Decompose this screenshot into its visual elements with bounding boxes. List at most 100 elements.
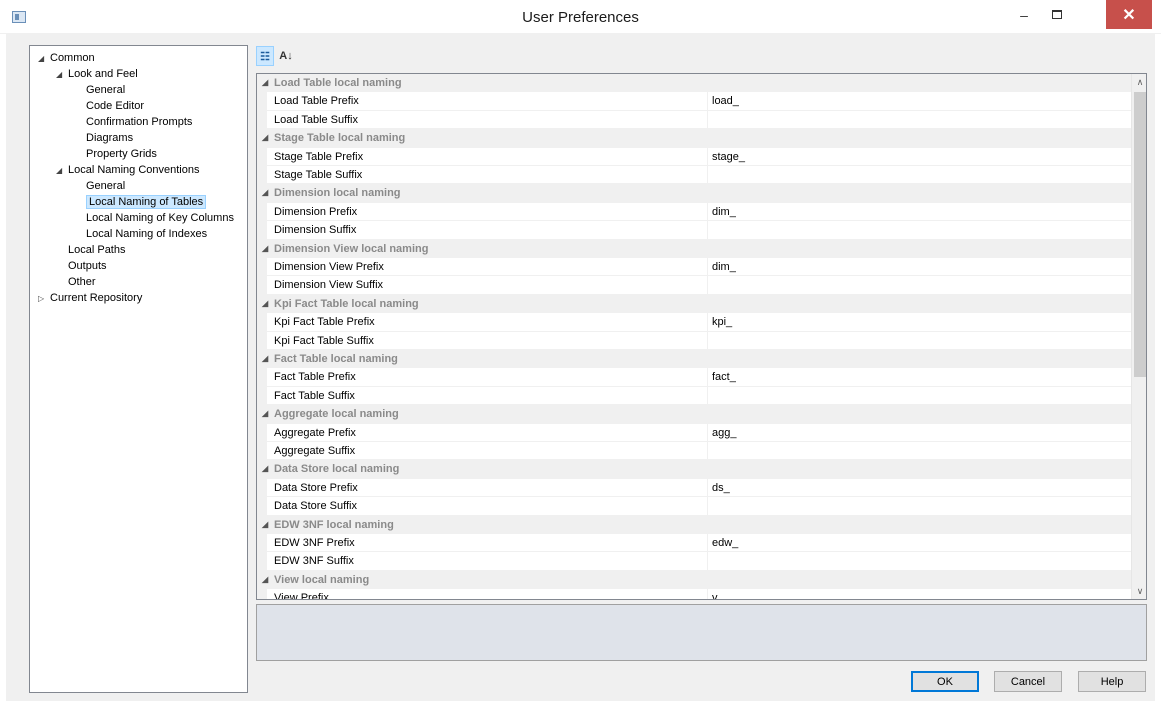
- property-category[interactable]: ◢ EDW 3NF local naming: [257, 515, 1131, 534]
- tree-item[interactable]: Diagrams: [86, 131, 133, 146]
- collapse-arrow-icon[interactable]: ◢: [262, 74, 268, 92]
- property-category[interactable]: ◢ Dimension local naming: [257, 184, 1131, 203]
- property-value-field[interactable]: fact_: [707, 368, 1131, 386]
- categorized-view-button[interactable]: ☷: [256, 46, 274, 66]
- property-grid[interactable]: ◢ Load Table local naming Load Table Prefi…: [256, 73, 1147, 600]
- property-category[interactable]: ◢ Load Table local naming: [257, 74, 1131, 93]
- tree-item-label: General: [86, 180, 126, 192]
- cancel-button[interactable]: Cancel: [994, 671, 1062, 692]
- property-row[interactable]: Load Table Suffix: [257, 110, 1131, 130]
- tree-item[interactable]: Code Editor: [86, 99, 144, 114]
- tree-item[interactable]: Other: [68, 275, 96, 290]
- property-category[interactable]: ◢ Fact Table local naming: [257, 350, 1131, 369]
- collapse-arrow-icon[interactable]: ◢: [56, 67, 68, 82]
- help-button[interactable]: Help: [1078, 671, 1146, 692]
- ok-button[interactable]: OK: [911, 671, 979, 692]
- preferences-tree[interactable]: ◢ Common ◢ Look and Feel General Code Editor C…: [29, 45, 248, 693]
- tree-item[interactable]: ◢ Look and Feel: [56, 67, 138, 82]
- tree-item[interactable]: ▷ Current Repository: [38, 291, 142, 306]
- property-row[interactable]: Fact Table Prefix fact_: [257, 368, 1131, 387]
- close-button[interactable]: ✕: [1106, 0, 1152, 29]
- property-category[interactable]: ◢ Stage Table local naming: [257, 129, 1131, 148]
- collapse-arrow-icon[interactable]: ◢: [262, 129, 268, 147]
- property-row[interactable]: Dimension View Suffix: [257, 276, 1131, 295]
- property-value-field[interactable]: [707, 166, 1131, 184]
- scroll-down-icon[interactable]: ∨: [1132, 583, 1146, 599]
- tree-item[interactable]: ◢ Common: [38, 51, 95, 66]
- property-row[interactable]: Kpi Fact Table Suffix: [257, 331, 1131, 350]
- collapse-arrow-icon[interactable]: ◢: [56, 163, 68, 178]
- property-row[interactable]: Kpi Fact Table Prefix kpi_: [257, 313, 1131, 332]
- property-value-field[interactable]: [707, 497, 1131, 515]
- property-value-field[interactable]: [707, 276, 1131, 294]
- property-row[interactable]: Dimension Prefix dim_: [257, 202, 1131, 222]
- vertical-scrollbar[interactable]: ∧ ∨: [1131, 74, 1146, 599]
- tree-item[interactable]: ◢ Local Naming Conventions: [56, 163, 199, 178]
- property-row[interactable]: EDW 3NF Suffix: [257, 552, 1131, 571]
- expand-arrow-icon[interactable]: ▷: [38, 291, 50, 306]
- maximize-button[interactable]: [1043, 0, 1071, 29]
- tree-item-label: Other: [68, 276, 96, 288]
- tree-item[interactable]: General: [86, 83, 125, 98]
- property-value-field[interactable]: load_: [707, 92, 1131, 110]
- property-category[interactable]: ◢ View local naming: [257, 570, 1131, 590]
- collapse-arrow-icon[interactable]: ◢: [262, 516, 268, 534]
- property-row[interactable]: Dimension View Prefix dim_: [257, 258, 1131, 277]
- property-category[interactable]: ◢ Data Store local naming: [257, 460, 1131, 479]
- tree-item[interactable]: Local Paths: [68, 243, 125, 258]
- tree-item[interactable]: Confirmation Prompts: [86, 115, 192, 130]
- property-value-field[interactable]: kpi_: [707, 313, 1131, 331]
- tree-item[interactable]: Property Grids: [86, 147, 157, 162]
- category-label: Stage Table local naming: [274, 132, 406, 145]
- property-row[interactable]: Data Store Prefix ds_: [257, 478, 1131, 498]
- tree-item[interactable]: Local Naming of Key Columns: [86, 211, 234, 226]
- collapse-arrow-icon[interactable]: ◢: [262, 184, 268, 202]
- property-row[interactable]: Dimension Suffix: [257, 221, 1131, 240]
- property-value-field[interactable]: [707, 110, 1131, 129]
- collapse-arrow-icon[interactable]: ◢: [262, 350, 268, 368]
- property-row[interactable]: View Prefix v_: [257, 589, 1131, 599]
- collapse-arrow-icon[interactable]: ◢: [262, 460, 268, 478]
- property-value-field[interactable]: v_: [707, 589, 1131, 599]
- tree-item[interactable]: General: [86, 179, 125, 194]
- tree-item[interactable]: Local Naming of Indexes: [86, 227, 207, 242]
- property-value-field[interactable]: dim_: [707, 202, 1131, 221]
- property-category[interactable]: ◢ Kpi Fact Table local naming: [257, 294, 1131, 314]
- property-value-field[interactable]: [707, 442, 1131, 460]
- property-row[interactable]: EDW 3NF Prefix edw_: [257, 534, 1131, 553]
- tree-item[interactable]: Local Naming of Tables: [86, 195, 207, 210]
- tree-item[interactable]: Outputs: [68, 259, 107, 274]
- property-row[interactable]: Aggregate Suffix: [257, 442, 1131, 461]
- property-value-field[interactable]: [707, 552, 1131, 570]
- scrollbar-thumb[interactable]: [1134, 92, 1146, 377]
- property-value-field[interactable]: [707, 331, 1131, 349]
- property-name: EDW 3NF Suffix: [274, 555, 354, 568]
- category-label: Aggregate local naming: [274, 408, 399, 421]
- alphabetical-sort-button[interactable]: A↓: [277, 46, 295, 66]
- property-value-field[interactable]: agg_: [707, 423, 1131, 441]
- property-value-field[interactable]: ds_: [707, 478, 1131, 497]
- property-category[interactable]: ◢ Aggregate local naming: [257, 405, 1131, 424]
- collapse-arrow-icon[interactable]: ◢: [262, 295, 268, 313]
- property-value-field[interactable]: [707, 221, 1131, 239]
- collapse-arrow-icon[interactable]: ◢: [262, 571, 268, 589]
- property-row[interactable]: Aggregate Prefix agg_: [257, 423, 1131, 442]
- category-label: Dimension View local naming: [274, 242, 429, 255]
- property-value-field[interactable]: [707, 386, 1131, 405]
- collapse-arrow-icon[interactable]: ◢: [262, 405, 268, 423]
- property-value-field[interactable]: dim_: [707, 258, 1131, 276]
- property-row[interactable]: Stage Table Suffix: [257, 166, 1131, 185]
- collapse-arrow-icon[interactable]: ◢: [262, 240, 268, 258]
- property-row[interactable]: Fact Table Suffix: [257, 386, 1131, 406]
- property-value-field[interactable]: edw_: [707, 534, 1131, 552]
- scroll-up-icon[interactable]: ∧: [1132, 74, 1146, 90]
- property-category[interactable]: ◢ Dimension View local naming: [257, 239, 1131, 258]
- property-row[interactable]: Stage Table Prefix stage_: [257, 147, 1131, 166]
- title-bar[interactable]: User Preferences – ✕: [0, 0, 1161, 34]
- collapse-arrow-icon[interactable]: ◢: [38, 51, 50, 66]
- property-row[interactable]: Load Table Prefix load_: [257, 92, 1131, 111]
- row-margin: [257, 276, 267, 294]
- property-value-field[interactable]: stage_: [707, 147, 1131, 165]
- minimize-button[interactable]: –: [1010, 0, 1038, 29]
- property-row[interactable]: Data Store Suffix: [257, 497, 1131, 516]
